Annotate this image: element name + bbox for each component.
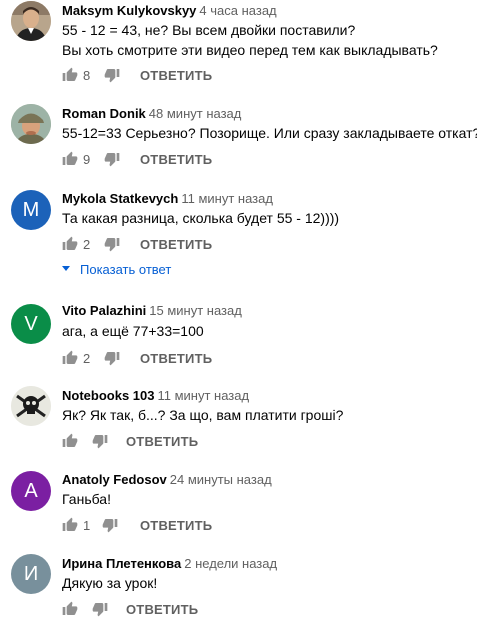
show-replies-button[interactable]: Показать ответ (62, 261, 171, 279)
comment-time[interactable]: 24 минуты назад (170, 472, 272, 487)
like-icon[interactable] (62, 433, 78, 449)
comment-time[interactable]: 11 минут назад (157, 388, 249, 403)
comment-time[interactable]: 11 минут назад (181, 191, 273, 206)
comment-header: Notebooks 103 11 минут назад (62, 387, 249, 405)
reply-button[interactable]: ОТВЕТИТЬ (140, 351, 212, 367)
comment-actions: 2 ОТВЕТИТЬ (62, 236, 302, 256)
comment-actions: 8 ОТВЕТИТЬ (62, 67, 302, 87)
comment-time[interactable]: 2 недели назад (184, 556, 277, 571)
like-icon[interactable] (62, 236, 78, 252)
dislike-icon[interactable] (104, 151, 120, 167)
like-count: 1 (83, 518, 91, 533)
author-name[interactable]: Maksym Kulykovskyy (62, 3, 196, 18)
comment-text: Дякую за урок! (62, 575, 158, 591)
dislike-icon[interactable] (104, 67, 120, 83)
like-icon[interactable] (62, 350, 78, 366)
avatar[interactable] (11, 104, 51, 144)
like-icon[interactable] (62, 601, 78, 617)
comment-time[interactable]: 4 часа назад (199, 3, 276, 18)
comment-header: Anatoly Fedosov 24 минуты назад (62, 471, 272, 489)
like-count: 2 (83, 237, 91, 252)
chevron-down-icon (62, 266, 70, 272)
like-count: 2 (83, 351, 91, 366)
like-count: 8 (83, 68, 91, 83)
show-replies-label: Показать ответ (80, 262, 172, 277)
dislike-icon[interactable] (92, 601, 108, 617)
like-count: 9 (83, 152, 91, 167)
comment-text: Як? Як так, б...? За що, вам платити гро… (62, 407, 344, 423)
like-icon[interactable] (62, 151, 78, 167)
comment-actions: 2 ОТВЕТИТЬ (62, 350, 302, 370)
reply-button[interactable]: ОТВЕТИТЬ (140, 152, 212, 168)
avatar[interactable]: A (11, 471, 51, 511)
author-name[interactable]: Vito Palazhini (62, 303, 146, 318)
comment-header: Maksym Kulykovskyy 4 часа назад (62, 2, 277, 20)
avatar[interactable]: И (11, 554, 51, 594)
reply-button[interactable]: ОТВЕТИТЬ (126, 434, 198, 450)
comment-actions: 1 ОТВЕТИТЬ (62, 517, 302, 537)
comment-time[interactable]: 15 минут назад (149, 303, 242, 318)
dislike-icon[interactable] (104, 350, 120, 366)
comment-actions: ОТВЕТИТЬ (62, 433, 302, 453)
author-name[interactable]: Ирина Плетенкова (62, 556, 181, 571)
reply-button[interactable]: ОТВЕТИТЬ (140, 237, 212, 253)
avatar[interactable]: V (11, 304, 51, 344)
dislike-icon[interactable] (102, 517, 118, 533)
reply-button[interactable]: ОТВЕТИТЬ (126, 602, 198, 618)
author-name[interactable]: Mykola Statkevych (62, 191, 178, 206)
comment-text: Вы хоть смотрите эти видео перед тем как… (62, 42, 438, 58)
avatar[interactable]: M (11, 190, 51, 230)
comment-header: Vito Palazhini 15 минут назад (62, 302, 242, 320)
comment-header: Mykola Statkevych 11 минут назад (62, 190, 273, 208)
comment-header: Roman Donik 48 минут назад (62, 105, 241, 123)
reply-button[interactable]: ОТВЕТИТЬ (140, 518, 212, 534)
comment-actions: 9 ОТВЕТИТЬ (62, 151, 302, 171)
like-icon[interactable] (62, 517, 78, 533)
comment-time[interactable]: 48 минут назад (149, 106, 242, 121)
comment-text: Ганьба! (62, 491, 111, 507)
comment-header: Ирина Плетенкова 2 недели назад (62, 555, 277, 573)
avatar[interactable] (11, 1, 51, 41)
comment-actions: ОТВЕТИТЬ (62, 601, 302, 621)
like-icon[interactable] (62, 67, 78, 83)
comment-text: 55-12=33 Серьезно? Позорище. Или сразу з… (62, 125, 477, 141)
comments-section: Maksym Kulykovskyy 4 часа назад 55 - 12 =… (0, 0, 477, 625)
avatar[interactable] (11, 386, 51, 426)
author-name[interactable]: Anatoly Fedosov (62, 472, 167, 487)
comment-text: Та какая разница, сколька будет 55 - 12)… (62, 210, 340, 226)
dislike-icon[interactable] (92, 433, 108, 449)
reply-button[interactable]: ОТВЕТИТЬ (140, 68, 212, 84)
comment-text: ага, а ещё 77+33=100 (62, 323, 204, 339)
comment-text: 55 - 12 = 43, не? Вы всем двойки постави… (62, 22, 356, 38)
author-name[interactable]: Notebooks 103 (62, 388, 154, 403)
author-name[interactable]: Roman Donik (62, 106, 146, 121)
dislike-icon[interactable] (104, 236, 120, 252)
